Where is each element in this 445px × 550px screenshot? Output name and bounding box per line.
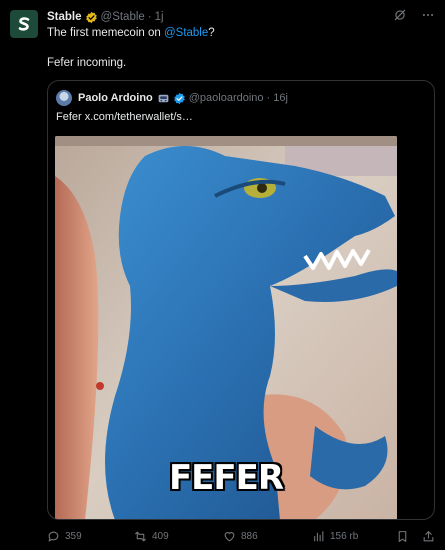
more-options-icon[interactable] <box>421 8 435 22</box>
avatar[interactable] <box>10 10 38 38</box>
meme-caption: FEFER <box>168 458 284 498</box>
quoted-tweet-image[interactable]: FEFER <box>55 136 397 519</box>
stable-logo-icon <box>18 17 30 31</box>
author-handle[interactable]: @Stable <box>101 11 145 23</box>
verified-blue-icon <box>174 92 185 104</box>
views-count: 156 rb <box>330 530 359 542</box>
bookmark-button[interactable] <box>396 530 409 543</box>
tweet-text: The first memecoin on @Stable? <box>47 26 215 41</box>
quoted-tweet-header: Paolo Ardoino @paoloardoino · 16j <box>56 89 288 107</box>
reply-icon <box>48 531 59 541</box>
share-button[interactable] <box>422 530 435 543</box>
quoted-tweet-text: Fefer x.com/tetherwallet/s… <box>56 111 193 123</box>
repost-icon <box>135 531 146 541</box>
repost-count: 409 <box>152 530 169 542</box>
header-actions <box>393 8 435 22</box>
quoted-author-avatar[interactable] <box>56 90 72 106</box>
reply-button[interactable]: 359 <box>47 530 82 543</box>
tweet-text-prefix: The first memecoin on <box>47 27 164 39</box>
author-name[interactable]: Stable <box>47 11 82 23</box>
bookmark-icon <box>398 530 407 542</box>
like-button[interactable]: 886 <box>223 530 258 543</box>
tweet-time[interactable]: 1j <box>155 11 164 23</box>
reply-count: 359 <box>65 530 82 542</box>
grok-icon[interactable] <box>393 8 407 22</box>
quoted-tweet[interactable]: Paolo Ardoino @paoloardoino · 16j Fefer … <box>47 80 435 520</box>
quoted-author-handle[interactable]: @paoloardoino <box>189 92 264 104</box>
separator-dot: · <box>266 92 271 104</box>
action-bar: 359 409 886 156 rb <box>47 526 435 546</box>
like-count: 886 <box>241 530 258 542</box>
heart-icon <box>224 531 235 541</box>
badge-emoji-icon <box>158 94 169 102</box>
repost-button[interactable]: 409 <box>134 530 169 543</box>
tweet-text-line-2: Fefer incoming. <box>47 57 127 69</box>
quoted-tweet-time[interactable]: 16j <box>273 92 288 104</box>
views-icon <box>314 530 324 541</box>
quoted-author-name[interactable]: Paolo Ardoino <box>78 92 153 104</box>
views-button[interactable]: 156 rb <box>312 530 358 543</box>
tweet-text-suffix: ? <box>208 27 215 39</box>
tweet[interactable]: Stable @Stable · 1j The first memecoin o… <box>0 0 445 550</box>
tweet-header: Stable @Stable · 1j <box>47 8 435 26</box>
separator-dot: · <box>147 11 152 23</box>
mention-link[interactable]: @Stable <box>164 27 208 39</box>
verified-gold-icon <box>85 11 97 23</box>
share-icon <box>423 530 434 541</box>
